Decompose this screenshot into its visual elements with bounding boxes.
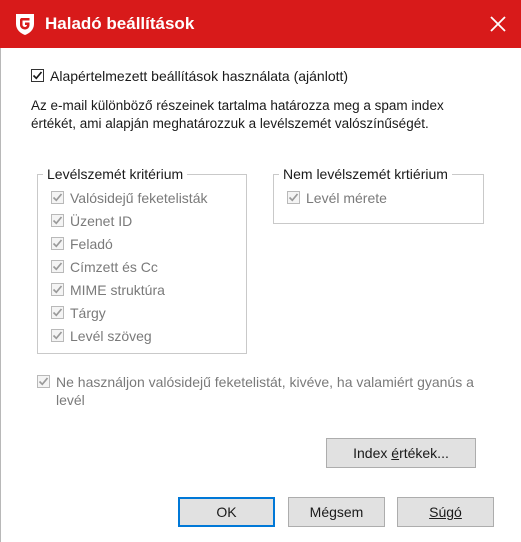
criteria-label: Levél szöveg	[70, 328, 152, 344]
checkmark-icon	[52, 262, 63, 271]
criteria-mime-structure[interactable]: MIME struktúra	[51, 281, 165, 299]
gdata-shield-icon	[16, 14, 34, 35]
use-defaults-checkbox[interactable]: Alapértelmezett beállítások használata (…	[31, 67, 348, 85]
checkbox-box[interactable]	[287, 191, 300, 204]
checkmark-icon	[52, 216, 63, 225]
description-text: Az e-mail különböző részeinek tartalma h…	[31, 98, 444, 131]
checkbox-box[interactable]	[37, 375, 50, 388]
close-icon	[490, 16, 506, 32]
criteria-sender[interactable]: Feladó	[51, 235, 113, 253]
criteria-label: Tárgy	[70, 305, 106, 321]
checkbox-box[interactable]	[51, 329, 64, 342]
checkmark-icon	[52, 239, 63, 248]
criteria-label: Valósidejű feketelisták	[70, 190, 208, 206]
checkbox-box[interactable]	[31, 69, 44, 82]
checkmark-icon	[32, 71, 43, 80]
advanced-settings-dialog: Haladó beállítások Alapértelmezett beáll…	[0, 0, 521, 542]
criteria-label: MIME struktúra	[70, 282, 165, 298]
non-spam-criteria-group: Nem levélszemét krtiérium Levél mérete	[273, 165, 484, 224]
title-bar: Haladó beállítások	[0, 0, 521, 48]
window-border	[0, 48, 1, 542]
blacklist-option-label: Ne használjon valósidejű feketelistát, k…	[56, 374, 474, 408]
checkmark-icon	[52, 331, 63, 340]
help-button[interactable]: Súgó	[397, 497, 494, 527]
close-button[interactable]	[475, 0, 521, 48]
checkmark-icon	[38, 377, 49, 386]
index-values-button[interactable]: Index értékek...	[326, 438, 476, 468]
checkbox-box[interactable]	[51, 191, 64, 204]
criteria-recipient-cc[interactable]: Címzett és Cc	[51, 258, 158, 276]
cancel-button[interactable]: Mégsem	[288, 497, 385, 527]
checkmark-icon	[52, 193, 63, 202]
checkmark-icon	[288, 193, 299, 202]
ok-label: OK	[216, 504, 237, 520]
checkbox-box[interactable]	[51, 306, 64, 319]
non-spam-criteria-title: Nem levélszemét krtiérium	[279, 165, 452, 183]
dialog-title: Haladó beállítások	[45, 14, 195, 33]
checkbox-box[interactable]	[51, 214, 64, 227]
checkmark-icon	[52, 285, 63, 294]
criteria-label: Címzett és Cc	[70, 259, 158, 275]
criteria-subject[interactable]: Tárgy	[51, 304, 106, 322]
criteria-label: Üzenet ID	[70, 213, 133, 229]
cancel-label: Mégsem	[309, 504, 364, 520]
checkbox-box[interactable]	[51, 237, 64, 250]
checkbox-box[interactable]	[51, 260, 64, 273]
criteria-label: Feladó	[70, 236, 113, 252]
criteria-message-size[interactable]: Levél mérete	[287, 189, 387, 207]
criteria-message-body[interactable]: Levél szöveg	[51, 327, 152, 345]
use-defaults-label: Alapértelmezett beállítások használata (…	[50, 68, 349, 84]
index-values-label: Index értékek...	[353, 445, 449, 461]
criteria-realtime-blacklists[interactable]: Valósidejű feketelisták	[51, 189, 207, 207]
spam-criteria-group: Levélszemét kritérium Valósidejű feketel…	[37, 165, 247, 354]
checkbox-box[interactable]	[51, 283, 64, 296]
help-label: Súgó	[429, 504, 462, 520]
criteria-message-id[interactable]: Üzenet ID	[51, 212, 132, 230]
spam-criteria-title: Levélszemét kritérium	[43, 165, 188, 183]
criteria-label: Levél mérete	[306, 190, 387, 206]
ok-button[interactable]: OK	[178, 497, 275, 527]
no-realtime-blacklist-checkbox[interactable]: Ne használjon valósidejű feketelistát, k…	[37, 373, 492, 409]
checkmark-icon	[52, 308, 63, 317]
